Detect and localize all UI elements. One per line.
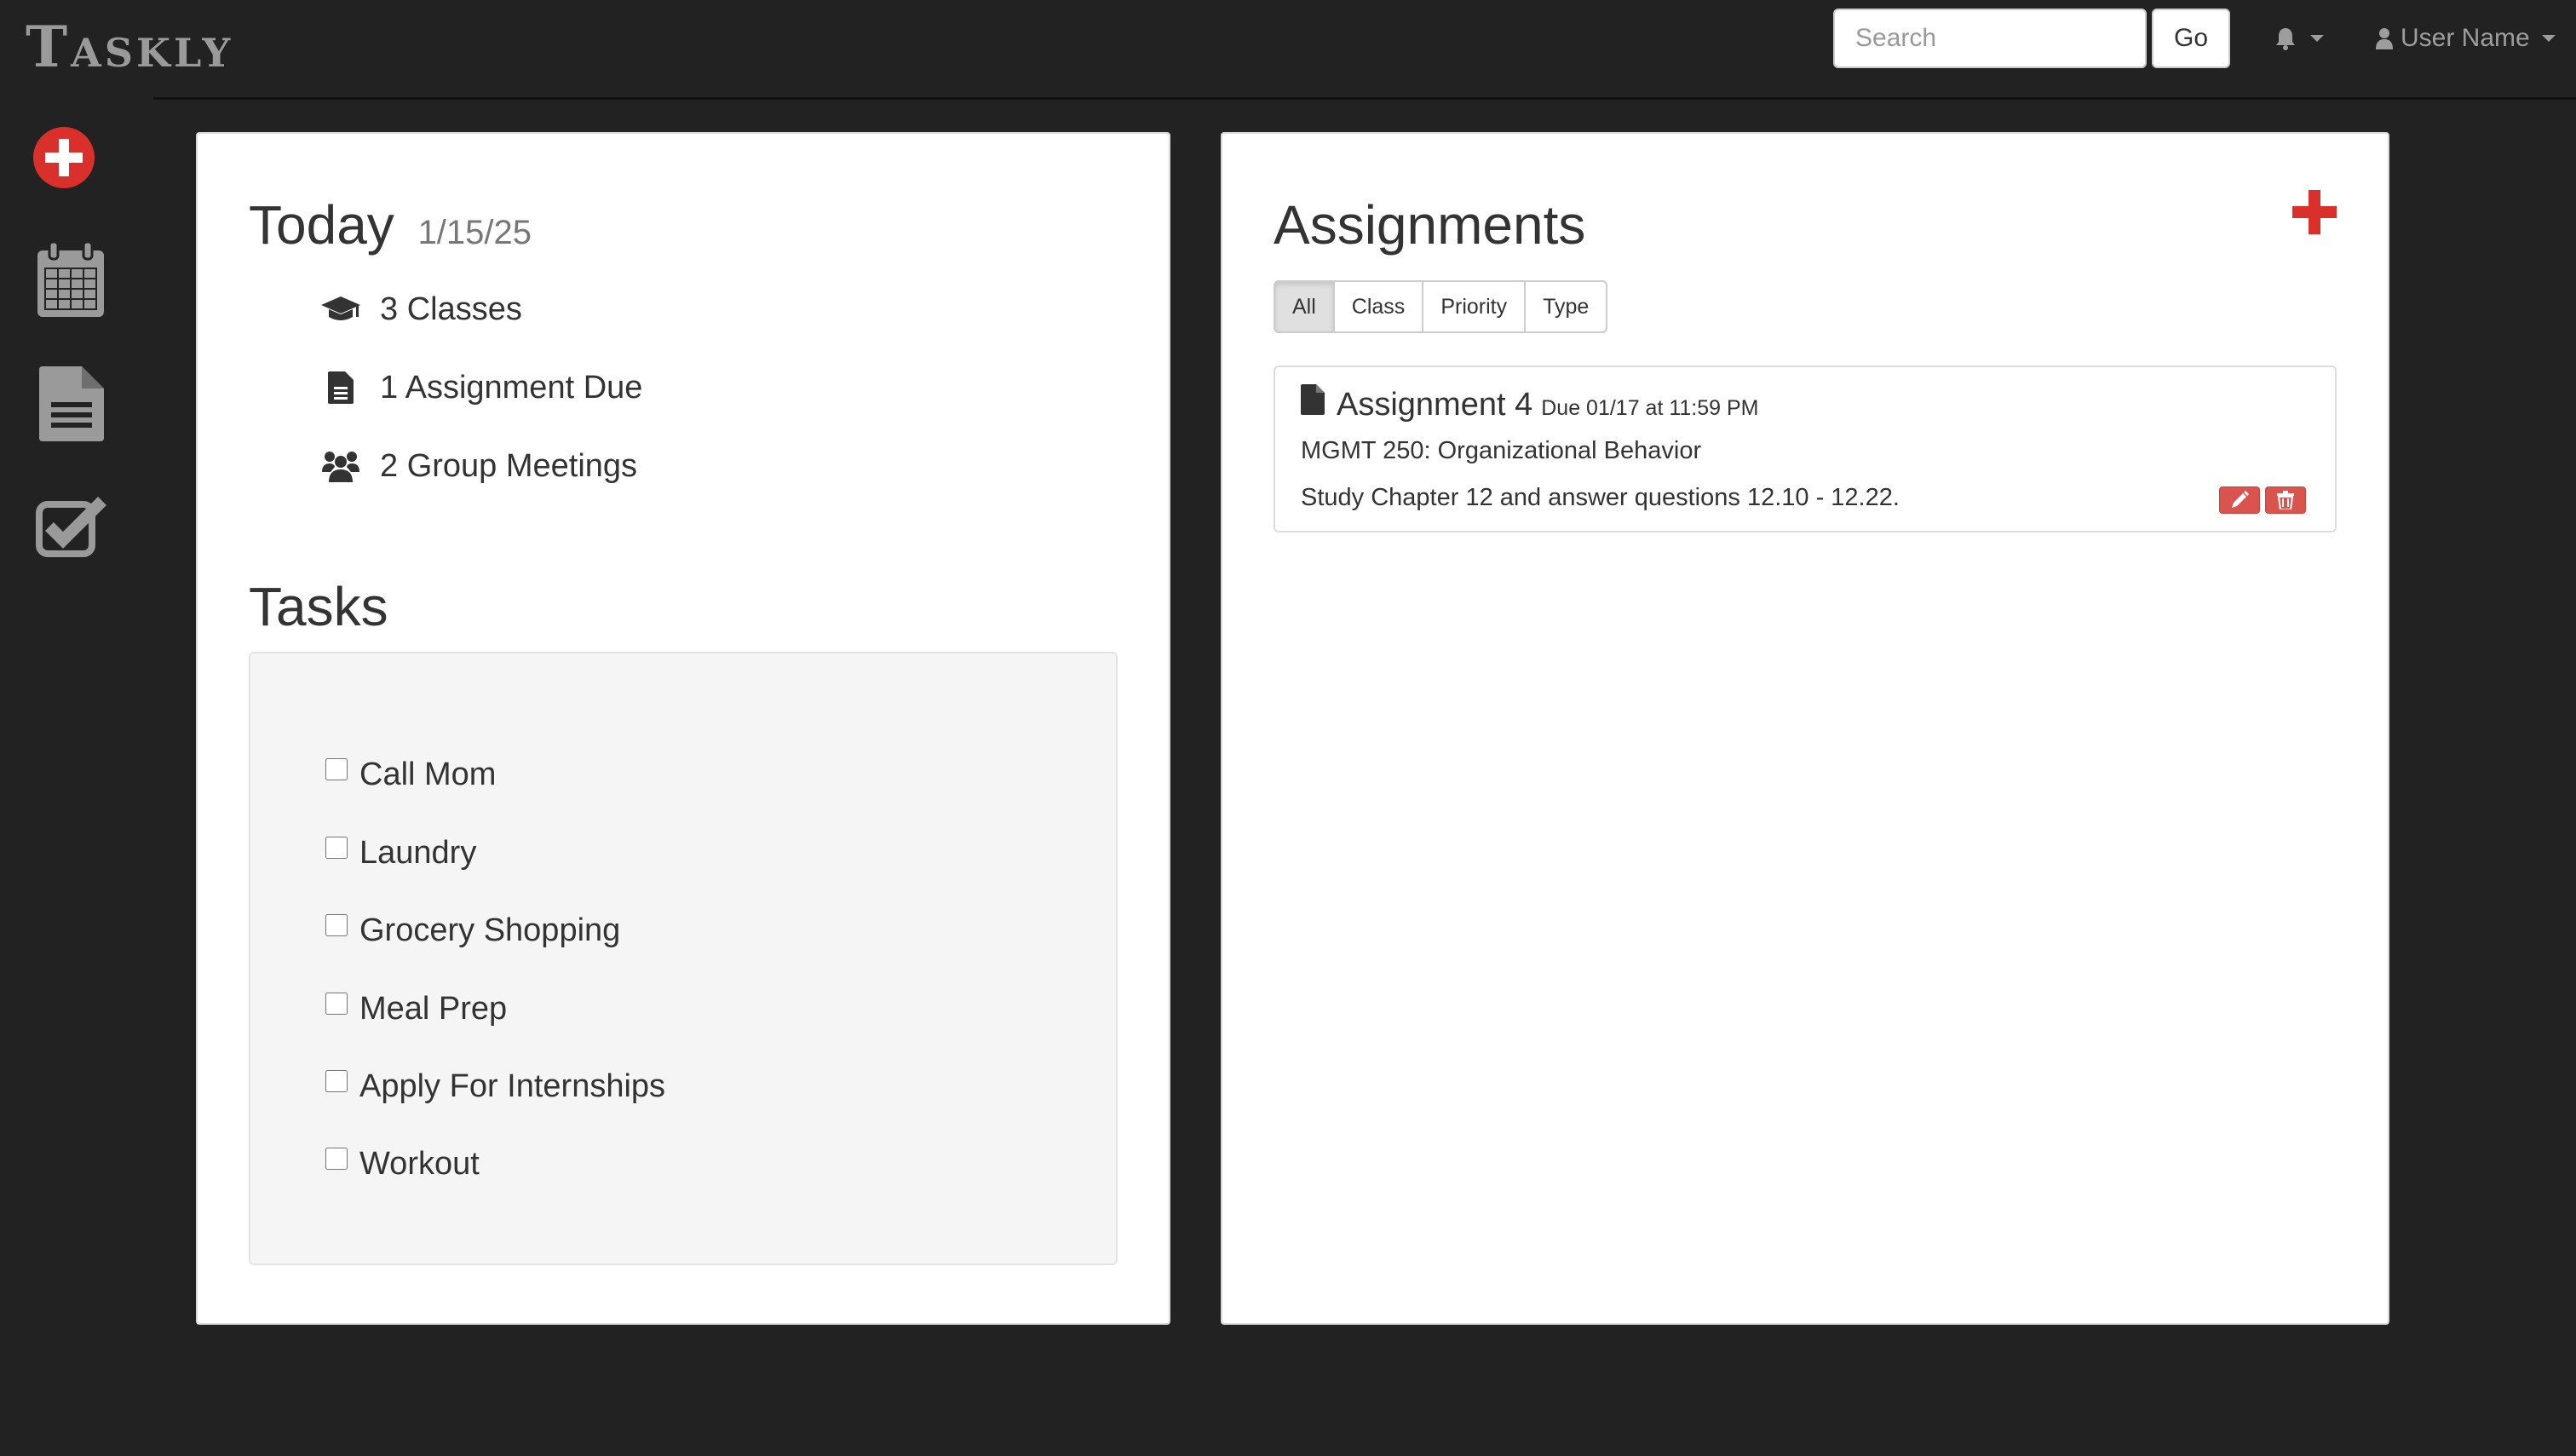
task-label: Laundry [359, 834, 477, 871]
today-panel: Today 1/15/25 3 Classes 1 Assignment Due… [196, 132, 1170, 1325]
summary-classes-text: 3 Classes [380, 291, 522, 327]
plus-circle-icon [33, 127, 95, 188]
summary-classes: 3 Classes [317, 284, 522, 335]
users-icon [322, 452, 359, 482]
task-checkbox[interactable] [325, 837, 348, 859]
calendar-icon [37, 240, 104, 317]
task-checkbox[interactable] [325, 758, 348, 780]
today-title: Today [249, 194, 394, 256]
filter-priority-button[interactable]: Priority [1422, 280, 1527, 333]
assignment-title: Assignment 4 [1337, 387, 1533, 423]
edit-assignment-button[interactable] [2219, 486, 2260, 514]
tasks-list: Call Mom Laundry Grocery Shopping Meal P… [249, 652, 1118, 1265]
task-label: Call Mom [359, 756, 497, 792]
task-label: Apply For Internships [359, 1068, 666, 1104]
chevron-down-icon [2310, 35, 2324, 42]
summary-meetings: 2 Group Meetings [317, 440, 637, 492]
app-logo[interactable]: Taskly [26, 19, 233, 75]
filter-type-button[interactable]: Type [1524, 280, 1608, 333]
user-name: User Name [2401, 24, 2530, 52]
sidebar-add-button[interactable] [32, 126, 95, 193]
document-icon [39, 366, 104, 441]
task-item[interactable]: Laundry [325, 829, 476, 877]
assignments-panel: Assignments All Class Priority Type Assi… [1221, 132, 2389, 1325]
header-divider [153, 97, 2576, 100]
search-input[interactable] [1833, 9, 2147, 68]
task-item[interactable]: Apply For Internships [325, 1062, 665, 1110]
summary-assignments: 1 Assignment Due [317, 362, 642, 413]
user-icon [2376, 28, 2393, 49]
file-icon [1301, 384, 1325, 415]
trash-icon [2277, 491, 2294, 509]
task-item[interactable]: Workout [325, 1140, 480, 1188]
summary-meetings-text: 2 Group Meetings [380, 447, 638, 484]
filter-class-button[interactable]: Class [1332, 280, 1424, 333]
checkbox-icon [36, 497, 106, 557]
delete-assignment-button[interactable] [2265, 486, 2306, 514]
tasks-heading: Tasks [249, 576, 388, 637]
pencil-icon [2232, 491, 2249, 508]
task-label: Meal Prep [359, 990, 508, 1027]
task-checkbox[interactable] [325, 1070, 348, 1092]
chevron-down-icon [2541, 35, 2556, 42]
user-menu[interactable]: User Name [2375, 17, 2556, 60]
assignment-card[interactable]: Assignment 4 Due 01/17 at 11:59 PM MGMT … [1274, 365, 2337, 532]
task-item[interactable]: Call Mom [325, 751, 496, 798]
task-checkbox[interactable] [325, 993, 348, 1015]
filter-all-button[interactable]: All [1274, 280, 1335, 333]
summary-assignments-text: 1 Assignment Due [380, 369, 643, 406]
sidebar-documents-button[interactable] [39, 366, 104, 446]
assignment-class: MGMT 250: Organizational Behavior [1301, 437, 1702, 464]
sidebar-tasks-button[interactable] [36, 494, 107, 561]
task-label: Workout [359, 1145, 480, 1182]
assignment-due: Due 01/17 at 11:59 PM [1541, 396, 1759, 420]
assignment-description: Study Chapter 12 and answer questions 12… [1301, 484, 1900, 511]
task-item[interactable]: Meal Prep [325, 985, 507, 1033]
task-checkbox[interactable] [325, 1148, 348, 1170]
today-date: 1/15/25 [417, 214, 532, 251]
app-root: Taskly Go User Name [0, 0, 2576, 1456]
sidebar-calendar-button[interactable] [36, 240, 106, 323]
assignment-header: Assignment 4 Due 01/17 at 11:59 PM [1301, 384, 1759, 423]
notifications-dropdown[interactable] [2274, 17, 2324, 60]
today-heading: Today 1/15/25 [249, 193, 532, 256]
task-label: Grocery Shopping [359, 912, 621, 948]
assignments-heading: Assignments [1274, 194, 1586, 256]
go-button[interactable]: Go [2152, 9, 2230, 68]
add-assignment-button[interactable] [2292, 190, 2337, 239]
plus-icon [2292, 190, 2337, 234]
graduation-cap-icon [321, 296, 360, 320]
bell-icon [2276, 28, 2295, 50]
assignment-filter-group: All Class Priority Type [1274, 280, 1608, 333]
file-icon [328, 371, 354, 404]
task-checkbox[interactable] [325, 914, 348, 936]
task-item[interactable]: Grocery Shopping [325, 906, 620, 954]
